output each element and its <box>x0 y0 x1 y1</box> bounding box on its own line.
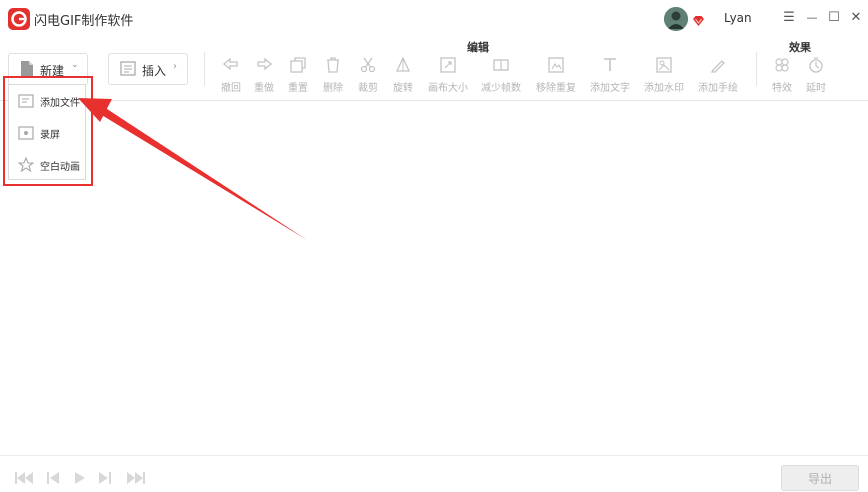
toolbar-divider <box>204 52 205 86</box>
vip-badge-icon[interactable] <box>692 12 705 31</box>
reset-icon <box>290 57 306 73</box>
add-text-label: 添加文字 <box>590 83 630 94</box>
export-button[interactable]: 导出 <box>781 465 859 491</box>
toolbar-divider-line <box>0 100 868 101</box>
remove-duplicates-label: 移除重复 <box>536 83 576 94</box>
undo-icon <box>222 57 238 71</box>
last-frame-icon[interactable] <box>126 470 146 490</box>
edit-group-title: 编辑 <box>467 41 489 54</box>
close-button[interactable]: ✕ <box>846 8 866 28</box>
reduce-frames-icon <box>493 59 509 71</box>
first-frame-icon[interactable] <box>14 470 34 490</box>
add-watermark-label: 添加水印 <box>644 83 684 94</box>
avatar[interactable] <box>664 7 688 31</box>
add-text-icon <box>604 58 616 71</box>
maximize-button[interactable]: ☐ <box>824 8 844 28</box>
insert-button-label: 插入 <box>142 64 167 78</box>
toolbar-divider <box>756 52 757 86</box>
app-title: 闪电GIF制作软件 <box>34 14 134 29</box>
delay-icon <box>809 57 823 73</box>
canvas-size-label: 画布大小 <box>428 83 468 94</box>
rotate-icon <box>395 56 411 72</box>
rotate-label: 旋转 <box>393 83 413 94</box>
effects-icon <box>775 58 789 72</box>
add-watermark-button[interactable]: 添加水印 <box>642 56 686 94</box>
chevron-right-icon: › <box>173 61 177 72</box>
insert-button[interactable]: 插入 › <box>108 53 188 85</box>
previous-frame-icon[interactable] <box>46 470 60 490</box>
effect-group-title: 效果 <box>789 41 811 54</box>
chevron-down-icon: ⌄ <box>71 60 79 70</box>
canvas-size-icon <box>440 57 456 73</box>
crop-icon <box>360 57 376 73</box>
reduce-frames-button[interactable]: 减少帧数 <box>479 56 523 94</box>
delay-button[interactable]: 延时 <box>794 56 838 94</box>
rotate-button[interactable]: 旋转 <box>381 56 425 94</box>
remove-duplicates-icon <box>548 57 564 73</box>
canvas-size-button[interactable]: 画布大小 <box>426 56 470 94</box>
delay-label: 延时 <box>806 83 826 94</box>
menu-icon[interactable]: ☰ <box>779 8 799 28</box>
add-text-button[interactable]: 添加文字 <box>588 56 632 94</box>
username[interactable]: Lyan <box>724 11 752 25</box>
insert-icon <box>120 61 136 80</box>
add-watermark-icon <box>656 57 672 73</box>
add-drawing-button[interactable]: 添加手绘 <box>696 56 740 94</box>
next-frame-icon[interactable] <box>98 470 112 490</box>
redo-icon <box>257 57 273 71</box>
app-logo-icon <box>8 8 30 30</box>
remove-duplicates-button[interactable]: 移除重复 <box>534 56 578 94</box>
bottom-divider-line <box>0 455 868 456</box>
add-drawing-icon <box>710 60 725 73</box>
annotation-highlight-box <box>3 76 93 186</box>
reduce-frames-label: 减少帧数 <box>481 83 521 94</box>
add-drawing-label: 添加手绘 <box>698 83 738 94</box>
play-icon[interactable] <box>74 470 86 490</box>
minimize-button[interactable]: — <box>802 8 822 28</box>
delete-icon <box>327 57 339 73</box>
